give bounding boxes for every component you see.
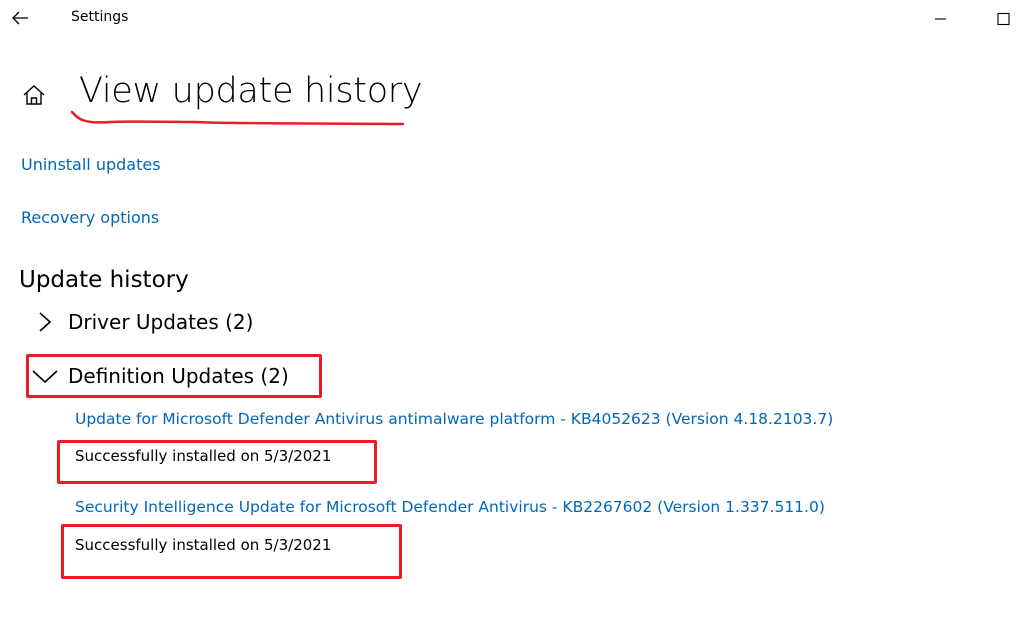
update-item-link[interactable]: Security Intelligence Update for Microso…: [75, 498, 825, 516]
back-arrow-icon: [12, 11, 28, 25]
annotation-box-definition-updates: [26, 354, 322, 398]
page-title: View update history: [79, 71, 423, 111]
home-icon: [23, 85, 45, 105]
minimize-button[interactable]: [928, 8, 954, 30]
chevron-right-icon: [39, 312, 52, 332]
settings-window: Settings View update history Uninstall u…: [0, 0, 1017, 617]
annotation-box-status-2: [61, 524, 402, 579]
maximize-button[interactable]: [990, 8, 1016, 30]
title-bar: Settings: [0, 0, 1017, 38]
annotation-box-status-1: [57, 440, 377, 484]
maximize-icon: [997, 12, 1010, 26]
update-history-heading: Update history: [19, 267, 189, 293]
recovery-options-link[interactable]: Recovery options: [21, 208, 159, 227]
back-button[interactable]: [8, 6, 34, 30]
driver-updates-group[interactable]: Driver Updates (2): [32, 306, 253, 338]
update-item-link[interactable]: Update for Microsoft Defender Antivirus …: [75, 410, 833, 428]
minimize-icon: [935, 18, 946, 20]
app-title: Settings: [71, 9, 129, 25]
driver-updates-label: Driver Updates (2): [68, 310, 254, 334]
uninstall-updates-link[interactable]: Uninstall updates: [21, 155, 161, 174]
home-button[interactable]: [21, 83, 47, 107]
title-underline-annotation: [70, 110, 405, 126]
